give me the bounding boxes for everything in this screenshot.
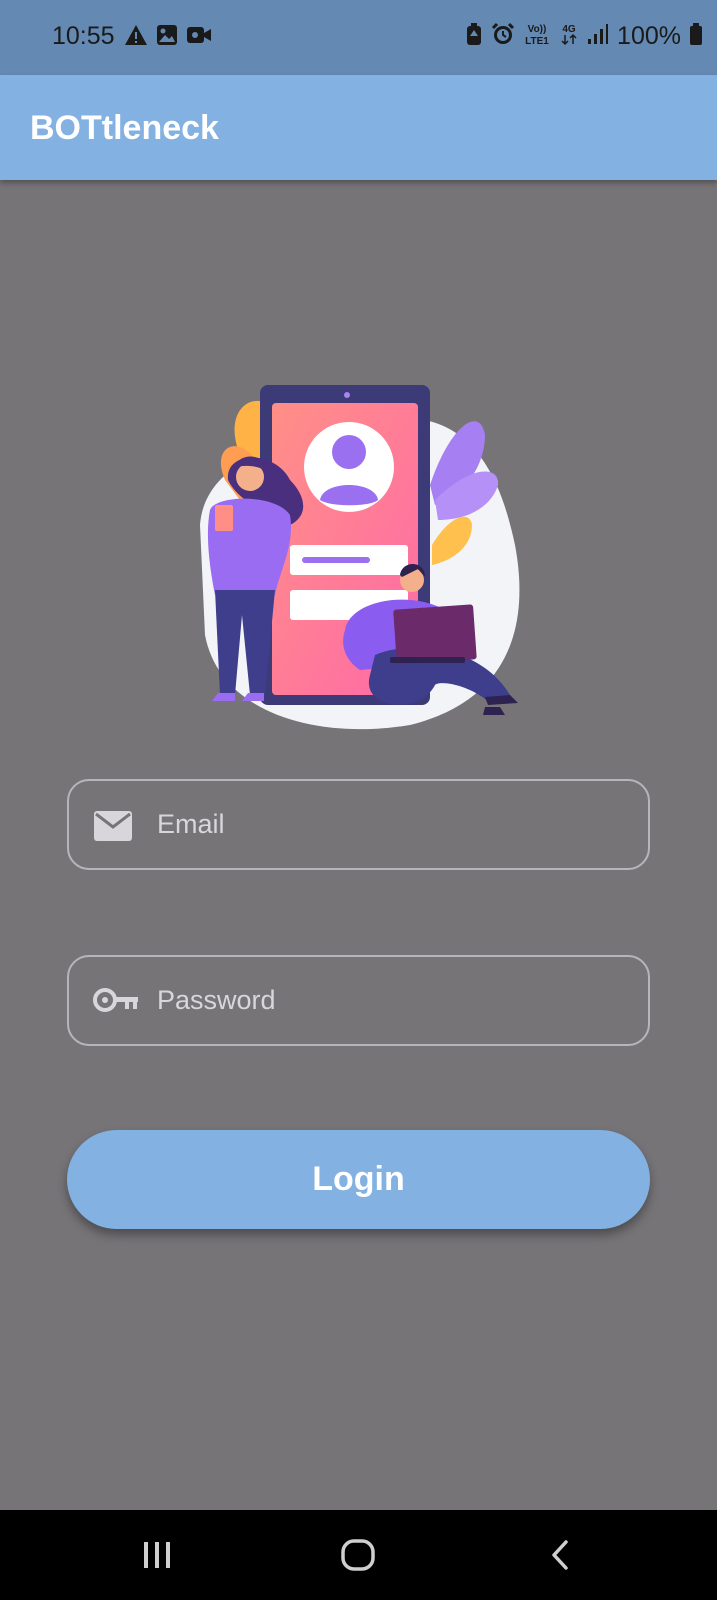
battery-saver-icon bbox=[465, 22, 483, 51]
signal-icon bbox=[587, 23, 609, 50]
app-title: BOTtleneck bbox=[30, 109, 219, 147]
status-bar: 10:55 Vo)) LTE1 4G 100% bbox=[0, 0, 717, 75]
back-icon[interactable] bbox=[530, 1532, 590, 1578]
gallery-icon bbox=[156, 24, 178, 51]
warning-icon bbox=[124, 24, 148, 51]
battery-icon bbox=[689, 22, 703, 51]
key-icon bbox=[93, 985, 139, 1020]
mail-icon bbox=[93, 809, 133, 848]
svg-text:4G: 4G bbox=[562, 24, 576, 35]
battery-percent: 100% bbox=[617, 22, 681, 50]
login-button[interactable]: Login bbox=[67, 1130, 650, 1229]
login-illustration bbox=[180, 385, 540, 735]
navigation-bar bbox=[0, 1510, 717, 1600]
network-4g-icon: 4G bbox=[559, 22, 579, 51]
volte-icon: Vo)) LTE1 bbox=[523, 22, 551, 51]
email-input[interactable] bbox=[157, 781, 627, 868]
app-bar: BOTtleneck bbox=[0, 75, 717, 180]
password-input[interactable] bbox=[157, 957, 627, 1044]
password-field[interactable] bbox=[67, 955, 650, 1046]
status-time: 10:55 bbox=[52, 22, 115, 50]
home-icon[interactable] bbox=[328, 1532, 388, 1578]
video-icon bbox=[186, 24, 212, 51]
status-right-icons: Vo)) LTE1 4G 100% bbox=[465, 22, 703, 51]
svg-text:Vo)): Vo)) bbox=[528, 24, 547, 35]
alarm-icon bbox=[491, 22, 515, 51]
email-field[interactable] bbox=[67, 779, 650, 870]
recents-icon[interactable] bbox=[127, 1532, 187, 1578]
status-left-icons bbox=[124, 24, 212, 51]
svg-text:LTE1: LTE1 bbox=[525, 36, 549, 46]
